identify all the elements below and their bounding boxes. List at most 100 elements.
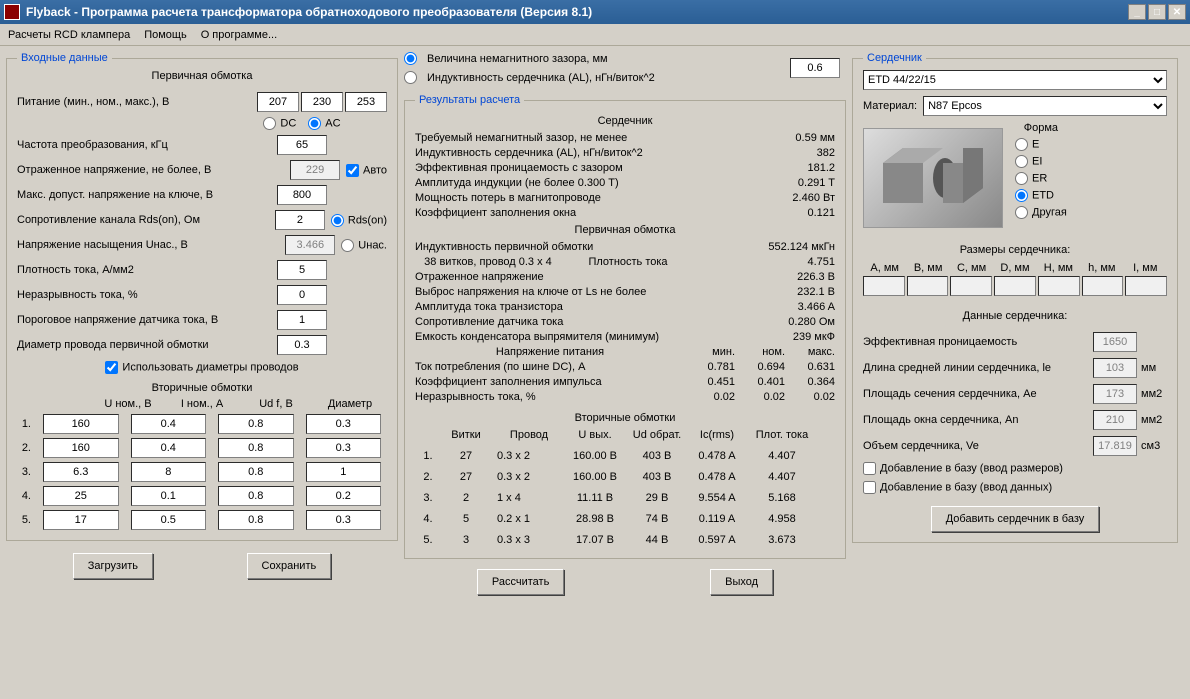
core-select[interactable]: ETD 44/22/15 (863, 70, 1167, 90)
sec-i-3[interactable] (131, 462, 207, 482)
freq-input[interactable] (277, 135, 327, 155)
ae-input (1093, 384, 1137, 404)
app-icon (4, 4, 20, 20)
res-core-title: Сердечник (415, 114, 835, 129)
supply-nom-input[interactable] (301, 92, 343, 112)
result-row: 5.30.3 x 317.07 В44 В0.597 A3.673 (415, 533, 835, 548)
vrefl-input (290, 160, 340, 180)
sec-i-5[interactable] (131, 510, 207, 530)
res-sec-title: Вторичные обмотки (415, 411, 835, 426)
shape-group: Форма E EI ER ETD Другая (1015, 122, 1067, 219)
minimize-button[interactable]: _ (1128, 4, 1146, 20)
sec-udf-3[interactable] (218, 462, 294, 482)
sec-udf-2[interactable] (218, 438, 294, 458)
shape-etd[interactable]: ETD (1015, 189, 1067, 202)
hdr-u: U ном., В (91, 398, 165, 410)
vsens-input[interactable] (277, 310, 327, 330)
sec-i-1[interactable] (131, 414, 207, 434)
exit-button[interactable]: Выход (710, 569, 773, 595)
ac-radio[interactable]: AC (308, 117, 340, 130)
window-buttons: _ □ ✕ (1128, 4, 1186, 20)
sec-u-2[interactable] (43, 438, 119, 458)
results-fieldset: Результаты расчета Сердечник Требуемый н… (404, 94, 846, 559)
material-select[interactable]: N87 Epcos (923, 96, 1167, 116)
sec-i-4[interactable] (131, 486, 207, 506)
gap-value-input[interactable] (790, 58, 840, 78)
an-input (1093, 410, 1137, 430)
sec-u-1[interactable] (43, 414, 119, 434)
dim-h (1038, 276, 1080, 296)
add-core-button[interactable]: Добавить сердечник в базу (931, 506, 1100, 532)
add-data-checkbox[interactable]: Добавление в базу (ввод данных) (863, 481, 1052, 494)
auto-checkbox[interactable]: Авто (346, 164, 387, 177)
gap-radio[interactable] (404, 52, 417, 65)
supply-min-input[interactable] (257, 92, 299, 112)
sec-u-5[interactable] (43, 510, 119, 530)
results-legend: Результаты расчета (415, 94, 524, 106)
add-dims-checkbox[interactable]: Добавление в базу (ввод размеров) (863, 462, 1063, 475)
sec-udf-5[interactable] (218, 510, 294, 530)
menu-help[interactable]: Помощь (144, 29, 187, 41)
dwire-label: Диаметр провода первичной обмотки (17, 339, 277, 351)
rds-radio[interactable]: Rds(on) (331, 214, 387, 227)
sec-udf-4[interactable] (218, 486, 294, 506)
supply-max-input[interactable] (345, 92, 387, 112)
unas-label: Напряжение насыщения Uнас., В (17, 239, 285, 251)
menu-rcd[interactable]: Расчеты RCD клампера (8, 29, 130, 41)
sec-d-5[interactable] (306, 510, 382, 530)
sec-u-3[interactable] (43, 462, 119, 482)
rds-input[interactable] (275, 210, 325, 230)
vsw-label: Макс. допуст. напряжение на ключе, В (17, 189, 277, 201)
shape-other[interactable]: Другая (1015, 206, 1067, 219)
hdr-udf: Ud f, В (239, 398, 313, 410)
dim-b (907, 276, 949, 296)
jdens-input[interactable] (277, 260, 327, 280)
rds-label: Сопротивление канала Rds(on), Ом (17, 214, 275, 226)
le-input (1093, 358, 1137, 378)
vsens-label: Пороговое напряжение датчика тока, В (17, 314, 277, 326)
perm-input (1093, 332, 1137, 352)
shape-er[interactable]: ER (1015, 172, 1067, 185)
freq-label: Частота преобразования, кГц (17, 139, 277, 151)
dim-i (1125, 276, 1167, 296)
dim-c (950, 276, 992, 296)
hdr-i: I ном., А (165, 398, 239, 410)
result-row: 1.270.3 x 2160.00 В403 В0.478 A4.407 (415, 449, 835, 464)
save-button[interactable]: Сохранить (247, 553, 332, 579)
sec-d-3[interactable] (306, 462, 382, 482)
unas-radio[interactable]: Uнас. (341, 239, 387, 252)
sec-udf-1[interactable] (218, 414, 294, 434)
shape-ei[interactable]: EI (1015, 155, 1067, 168)
core-fieldset: Сердечник ETD 44/22/15 Материал: N87 Epc… (852, 52, 1178, 543)
shape-e[interactable]: E (1015, 138, 1067, 151)
result-row: 2.270.3 x 2160.00 В403 В0.478 A4.407 (415, 470, 835, 485)
al-radio[interactable] (404, 71, 417, 84)
sec-d-1[interactable] (306, 414, 382, 434)
sec-i-2[interactable] (131, 438, 207, 458)
vrefl-label: Отраженное напряжение, не более, В (17, 164, 290, 176)
irip-input[interactable] (277, 285, 327, 305)
core-image (863, 128, 1003, 228)
vsw-input[interactable] (277, 185, 327, 205)
dims-title: Размеры сердечника: (863, 244, 1167, 256)
dim-hh (1082, 276, 1124, 296)
close-button[interactable]: ✕ (1168, 4, 1186, 20)
ve-input (1093, 436, 1137, 456)
maximize-button[interactable]: □ (1148, 4, 1166, 20)
sec-d-4[interactable] (306, 486, 382, 506)
dc-radio[interactable]: DC (263, 117, 296, 130)
calculate-button[interactable]: Рассчитать (477, 569, 564, 595)
menu-about[interactable]: О программе... (201, 29, 277, 41)
dwire-input[interactable] (277, 335, 327, 355)
hdr-d: Диаметр (313, 398, 387, 410)
load-button[interactable]: Загрузить (73, 553, 153, 579)
supply-label: Питание (мин., ном., макс.), В (17, 96, 257, 108)
sec-u-4[interactable] (43, 486, 119, 506)
result-row: 4.50.2 x 128.98 В74 В0.119 A4.958 (415, 512, 835, 527)
use-diam-checkbox[interactable]: Использовать диаметры проводов (105, 361, 298, 374)
core-legend: Сердечник (863, 52, 926, 64)
sec-d-2[interactable] (306, 438, 382, 458)
secondary-table: U ном., В I ном., А Ud f, В Диаметр 1. 2… (17, 398, 387, 530)
titlebar: Flyback - Программа расчета трансформато… (0, 0, 1190, 24)
core-data-title: Данные сердечника: (863, 310, 1167, 322)
